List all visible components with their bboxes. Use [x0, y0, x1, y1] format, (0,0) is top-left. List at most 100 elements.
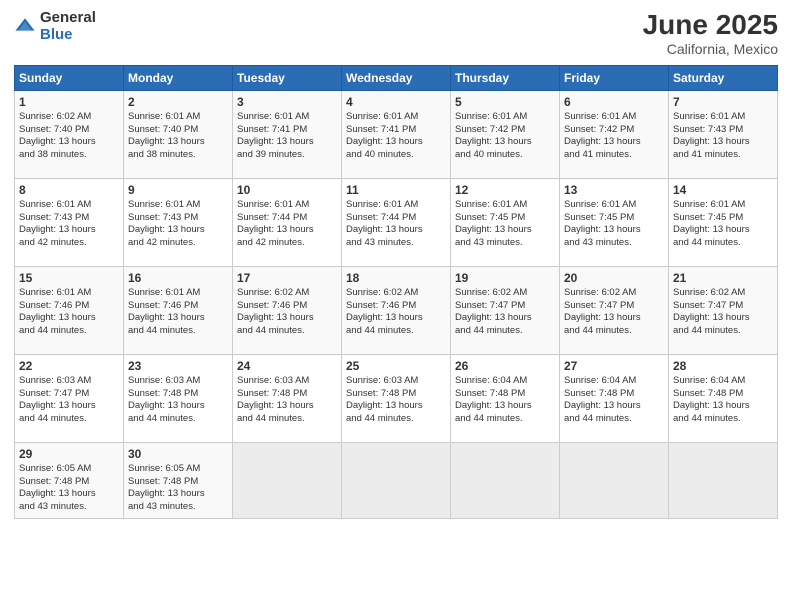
day-number: 2 [128, 95, 228, 109]
day-number: 8 [19, 183, 119, 197]
day-cell: 24 Sunrise: 6:03 AM Sunset: 7:48 PM Dayli… [233, 354, 342, 442]
day-cell [560, 442, 669, 518]
day-info: Sunrise: 6:01 AM Sunset: 7:43 PM Dayligh… [128, 199, 228, 250]
day-cell: 10 Sunrise: 6:01 AM Sunset: 7:44 PM Dayli… [233, 178, 342, 266]
day-cell: 15Sunrise: 6:01 AM Sunset: 7:46 PM Dayli… [15, 266, 124, 354]
week-row-5: 29 Sunrise: 6:05 AM Sunset: 7:48 PM Dayli… [15, 442, 778, 518]
day-number: 21 [673, 271, 773, 285]
day-info: Sunrise: 6:03 AM Sunset: 7:48 PM Dayligh… [128, 375, 228, 426]
day-info: Sunrise: 6:01 AM Sunset: 7:45 PM Dayligh… [564, 199, 664, 250]
day-number: 10 [237, 183, 337, 197]
day-cell: 1 Sunrise: 6:02 AM Sunset: 7:40 PM Daylig… [15, 90, 124, 178]
week-row-3: 15Sunrise: 6:01 AM Sunset: 7:46 PM Dayli… [15, 266, 778, 354]
day-number: 27 [564, 359, 664, 373]
day-cell: 11 Sunrise: 6:01 AM Sunset: 7:44 PM Dayli… [342, 178, 451, 266]
day-cell [451, 442, 560, 518]
day-cell: 6 Sunrise: 6:01 AM Sunset: 7:42 PM Daylig… [560, 90, 669, 178]
header-friday: Friday [560, 65, 669, 90]
day-info: Sunrise: 6:01 AM Sunset: 7:44 PM Dayligh… [237, 199, 337, 250]
day-info: Sunrise: 6:01 AM Sunset: 7:44 PM Dayligh… [346, 199, 446, 250]
day-info: Sunrise: 6:02 AM Sunset: 7:47 PM Dayligh… [673, 287, 773, 338]
day-number: 24 [237, 359, 337, 373]
day-info: Sunrise: 6:01 AM Sunset: 7:43 PM Dayligh… [673, 111, 773, 162]
day-number: 4 [346, 95, 446, 109]
day-number: 11 [346, 183, 446, 197]
day-number: 1 [19, 95, 119, 109]
week-row-1: 1 Sunrise: 6:02 AM Sunset: 7:40 PM Daylig… [15, 90, 778, 178]
day-info: Sunrise: 6:02 AM Sunset: 7:46 PM Dayligh… [237, 287, 337, 338]
logo-general: General [40, 10, 96, 27]
header-saturday: Saturday [669, 65, 778, 90]
day-info: Sunrise: 6:01 AM Sunset: 7:43 PM Dayligh… [19, 199, 119, 250]
day-number: 12 [455, 183, 555, 197]
day-cell: 9 Sunrise: 6:01 AM Sunset: 7:43 PM Daylig… [124, 178, 233, 266]
week-row-2: 8 Sunrise: 6:01 AM Sunset: 7:43 PM Daylig… [15, 178, 778, 266]
day-cell: 20Sunrise: 6:02 AM Sunset: 7:47 PM Dayli… [560, 266, 669, 354]
day-cell [342, 442, 451, 518]
day-cell: 25 Sunrise: 6:03 AM Sunset: 7:48 PM Dayli… [342, 354, 451, 442]
week-row-4: 22 Sunrise: 6:03 AM Sunset: 7:47 PM Dayli… [15, 354, 778, 442]
day-number: 30 [128, 447, 228, 461]
day-number: 17 [237, 271, 337, 285]
day-cell: 28 Sunrise: 6:04 AM Sunset: 7:48 PM Dayli… [669, 354, 778, 442]
day-cell: 14Sunrise: 6:01 AM Sunset: 7:45 PM Dayli… [669, 178, 778, 266]
day-cell: 23Sunrise: 6:03 AM Sunset: 7:48 PM Dayli… [124, 354, 233, 442]
day-info: Sunrise: 6:01 AM Sunset: 7:41 PM Dayligh… [237, 111, 337, 162]
day-cell: 27 Sunrise: 6:04 AM Sunset: 7:48 PM Dayli… [560, 354, 669, 442]
day-number: 18 [346, 271, 446, 285]
day-cell: 2Sunrise: 6:01 AM Sunset: 7:40 PM Daylig… [124, 90, 233, 178]
day-number: 9 [128, 183, 228, 197]
day-cell: 13Sunrise: 6:01 AM Sunset: 7:45 PM Dayli… [560, 178, 669, 266]
day-info: Sunrise: 6:03 AM Sunset: 7:48 PM Dayligh… [237, 375, 337, 426]
day-info: Sunrise: 6:01 AM Sunset: 7:46 PM Dayligh… [19, 287, 119, 338]
day-number: 3 [237, 95, 337, 109]
day-number: 25 [346, 359, 446, 373]
day-info: Sunrise: 6:01 AM Sunset: 7:45 PM Dayligh… [455, 199, 555, 250]
calendar-table: Sunday Monday Tuesday Wednesday Thursday… [14, 65, 778, 519]
day-number: 6 [564, 95, 664, 109]
header: General Blue June 2025 California, Mexic… [14, 10, 778, 57]
day-info: Sunrise: 6:01 AM Sunset: 7:42 PM Dayligh… [455, 111, 555, 162]
day-info: Sunrise: 6:05 AM Sunset: 7:48 PM Dayligh… [128, 463, 228, 514]
day-number: 7 [673, 95, 773, 109]
month-title: June 2025 [643, 10, 778, 41]
day-info: Sunrise: 6:04 AM Sunset: 7:48 PM Dayligh… [673, 375, 773, 426]
day-cell: 3 Sunrise: 6:01 AM Sunset: 7:41 PM Daylig… [233, 90, 342, 178]
day-number: 29 [19, 447, 119, 461]
location: California, Mexico [643, 41, 778, 57]
day-info: Sunrise: 6:01 AM Sunset: 7:41 PM Dayligh… [346, 111, 446, 162]
header-tuesday: Tuesday [233, 65, 342, 90]
header-wednesday: Wednesday [342, 65, 451, 90]
header-monday: Monday [124, 65, 233, 90]
day-cell: 17 Sunrise: 6:02 AM Sunset: 7:46 PM Dayli… [233, 266, 342, 354]
day-cell: 12 Sunrise: 6:01 AM Sunset: 7:45 PM Dayli… [451, 178, 560, 266]
day-info: Sunrise: 6:05 AM Sunset: 7:48 PM Dayligh… [19, 463, 119, 514]
day-cell [669, 442, 778, 518]
day-cell: 22 Sunrise: 6:03 AM Sunset: 7:47 PM Dayli… [15, 354, 124, 442]
day-cell: 29 Sunrise: 6:05 AM Sunset: 7:48 PM Dayli… [15, 442, 124, 518]
day-cell: 5 Sunrise: 6:01 AM Sunset: 7:42 PM Daylig… [451, 90, 560, 178]
logo-text: General Blue [40, 10, 96, 43]
day-info: Sunrise: 6:01 AM Sunset: 7:42 PM Dayligh… [564, 111, 664, 162]
day-cell: 18 Sunrise: 6:02 AM Sunset: 7:46 PM Dayli… [342, 266, 451, 354]
day-cell [233, 442, 342, 518]
day-number: 19 [455, 271, 555, 285]
day-info: Sunrise: 6:02 AM Sunset: 7:40 PM Dayligh… [19, 111, 119, 162]
day-info: Sunrise: 6:03 AM Sunset: 7:47 PM Dayligh… [19, 375, 119, 426]
day-number: 22 [19, 359, 119, 373]
day-number: 26 [455, 359, 555, 373]
day-cell: 21 Sunrise: 6:02 AM Sunset: 7:47 PM Dayli… [669, 266, 778, 354]
day-info: Sunrise: 6:02 AM Sunset: 7:46 PM Dayligh… [346, 287, 446, 338]
day-cell: 19Sunrise: 6:02 AM Sunset: 7:47 PM Dayli… [451, 266, 560, 354]
page: General Blue June 2025 California, Mexic… [0, 0, 792, 612]
header-thursday: Thursday [451, 65, 560, 90]
day-number: 5 [455, 95, 555, 109]
header-sunday: Sunday [15, 65, 124, 90]
day-info: Sunrise: 6:03 AM Sunset: 7:48 PM Dayligh… [346, 375, 446, 426]
day-number: 28 [673, 359, 773, 373]
title-area: June 2025 California, Mexico [643, 10, 778, 57]
day-cell: 7 Sunrise: 6:01 AM Sunset: 7:43 PM Daylig… [669, 90, 778, 178]
day-header-row: Sunday Monday Tuesday Wednesday Thursday… [15, 65, 778, 90]
day-info: Sunrise: 6:04 AM Sunset: 7:48 PM Dayligh… [564, 375, 664, 426]
day-info: Sunrise: 6:01 AM Sunset: 7:45 PM Dayligh… [673, 199, 773, 250]
